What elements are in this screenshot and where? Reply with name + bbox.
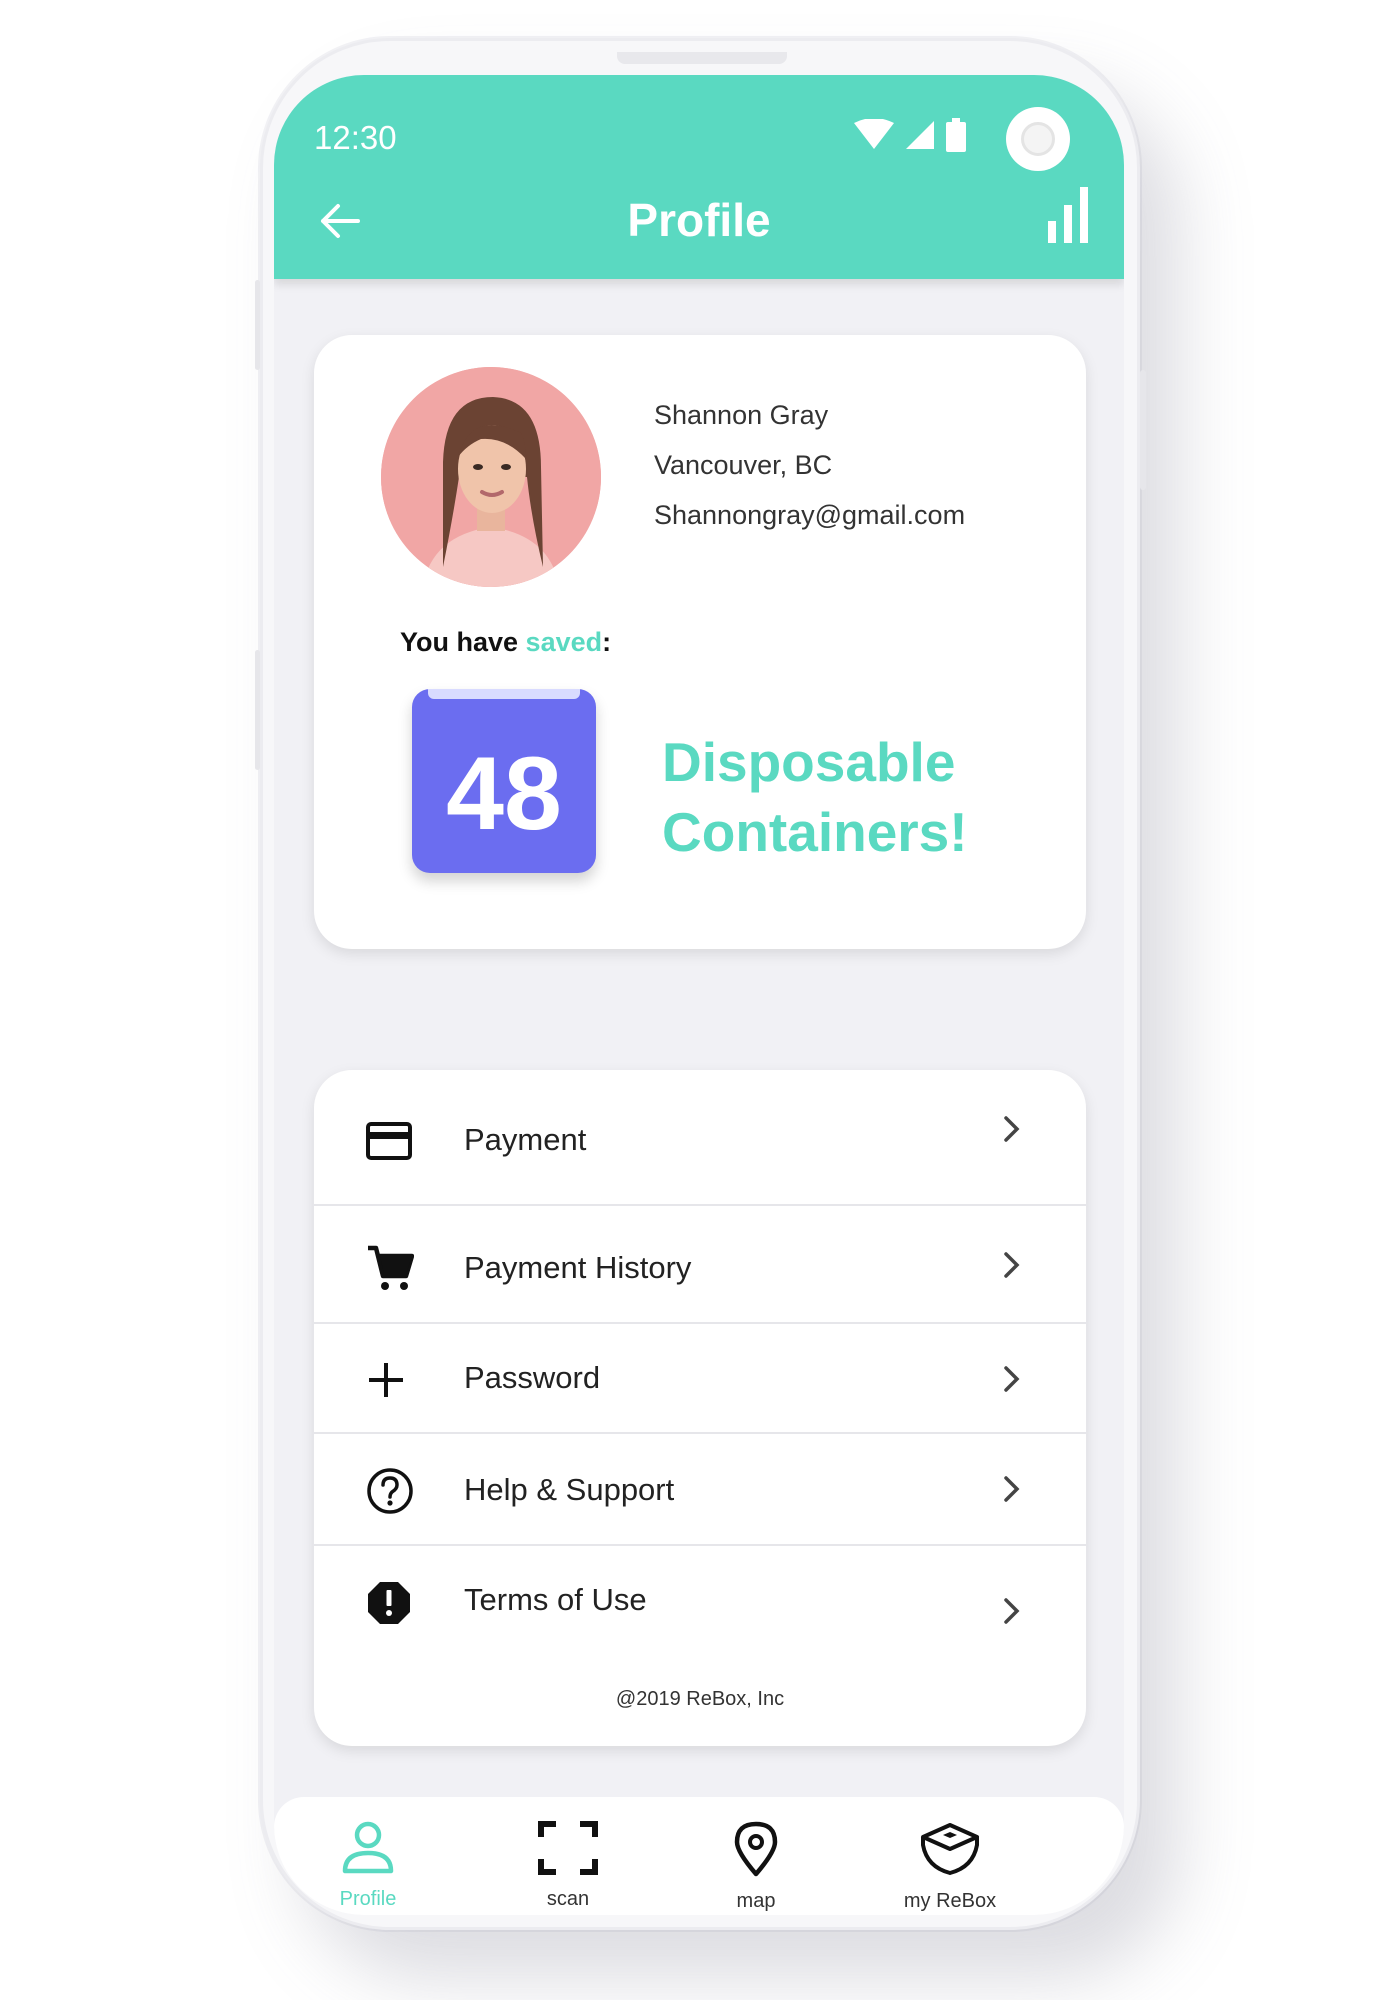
nav-profile[interactable]: Profile	[288, 1821, 448, 1911]
profile-card: Shannon Gray Vancouver, BC Shannongray@g…	[314, 335, 1086, 949]
avatar	[381, 367, 601, 587]
status-time: 12:30	[314, 119, 397, 156]
portrait-image	[381, 367, 601, 587]
menu-item-password[interactable]: Password	[314, 1324, 1086, 1434]
bottom-nav: Profile scan map my ReBox	[274, 1797, 1124, 1915]
power-button	[1140, 370, 1146, 490]
nav-my-rebox[interactable]: my ReBox	[870, 1821, 1030, 1913]
saved-suffix: :	[602, 627, 612, 657]
profile-location: Vancouver, BC	[654, 450, 833, 480]
signal-icon	[906, 121, 934, 149]
nav-label: map	[736, 1890, 776, 1912]
menu-item-help-support[interactable]: Help & Support	[314, 1434, 1086, 1546]
person-icon	[342, 1821, 394, 1874]
menu-item-payment-history[interactable]: Payment History	[314, 1206, 1086, 1324]
menu-label: Payment History	[464, 1250, 692, 1285]
volume-button	[255, 280, 260, 370]
chevron-right-icon	[1004, 1366, 1020, 1392]
copyright: @2019 ReBox, Inc	[615, 1688, 785, 1710]
nav-label: scan	[546, 1888, 590, 1910]
phone-speaker	[617, 52, 787, 64]
app-header: 12:30 Profile	[274, 75, 1124, 279]
profile-info: Shannon Gray Vancouver, BC Shannongray@g…	[654, 390, 965, 540]
saved-prefix: You have	[400, 627, 526, 657]
profile-name: Shannon Gray	[654, 400, 829, 430]
volume-button	[255, 650, 260, 770]
menu-label: Terms of Use	[464, 1582, 647, 1617]
front-camera	[1006, 107, 1070, 171]
containers-line1: Disposable	[662, 731, 956, 793]
menu-item-terms-of-use[interactable]: Terms of Use	[314, 1546, 1086, 1662]
nav-label: my ReBox	[903, 1890, 997, 1912]
nav-map[interactable]: map	[676, 1821, 836, 1913]
map-pin-icon	[734, 1821, 778, 1877]
credit-card-icon	[366, 1122, 412, 1160]
help-circle-icon	[367, 1468, 413, 1514]
saved-highlight: saved	[525, 627, 603, 657]
nav-scan[interactable]: scan	[488, 1821, 648, 1911]
profile-email: Shannongray@gmail.com	[654, 500, 966, 530]
status-icons	[854, 115, 966, 155]
menu-item-payment[interactable]: Payment	[314, 1070, 1086, 1206]
box-lid	[428, 689, 580, 699]
cart-icon	[368, 1245, 414, 1290]
page-title: Profile	[627, 194, 771, 246]
nav-label: Profile	[339, 1888, 397, 1910]
chevron-right-icon	[1004, 1252, 1020, 1278]
box-icon	[921, 1823, 979, 1876]
containers-caption: Disposable Containers!	[662, 727, 968, 867]
alert-octagon-icon	[368, 1582, 410, 1624]
menu-label: Help & Support	[464, 1472, 675, 1507]
container-count-box: 48	[412, 689, 596, 873]
chevron-right-icon	[1004, 1598, 1020, 1624]
stats-icon[interactable]	[1046, 185, 1090, 245]
wifi-icon	[854, 119, 894, 149]
chevron-right-icon	[1004, 1116, 1020, 1142]
settings-menu: Payment Payment History Password Help & …	[314, 1070, 1086, 1746]
container-count: 48	[446, 736, 562, 852]
scan-frame-icon	[538, 1821, 598, 1875]
app-screen: 12:30 Profile Shannon Gray Vancouver, BC…	[274, 75, 1124, 1915]
menu-label: Password	[464, 1360, 601, 1395]
menu-label: Payment	[464, 1122, 587, 1157]
chevron-right-icon	[1004, 1476, 1020, 1502]
battery-icon	[946, 118, 966, 152]
plus-icon	[369, 1363, 403, 1397]
containers-line2: Containers!	[662, 801, 968, 863]
saved-label: You have saved:	[400, 627, 611, 658]
